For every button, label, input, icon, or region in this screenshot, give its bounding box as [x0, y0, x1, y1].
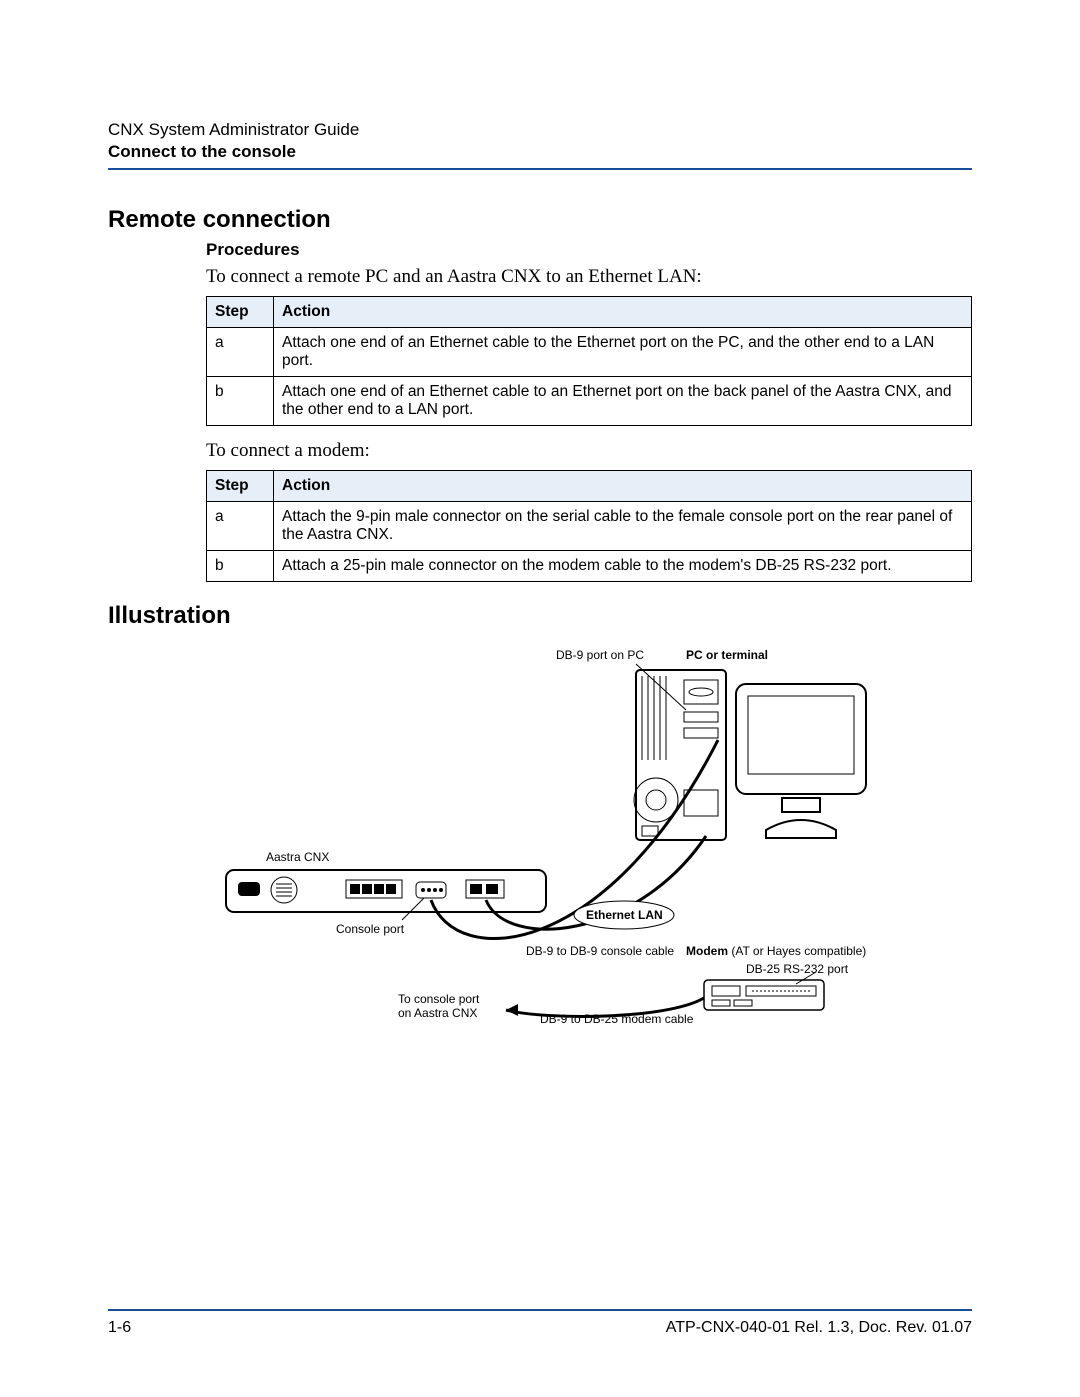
diagram-svg	[206, 640, 966, 1040]
heading-procedures: Procedures	[206, 240, 972, 260]
label-console-port: Console port	[336, 922, 404, 936]
table-row: b Attach a 25-pin male connector on the …	[207, 551, 972, 582]
cell-action: Attach one end of an Ethernet cable to t…	[274, 328, 972, 377]
doc-section: Connect to the console	[108, 142, 972, 162]
pointer-console-port	[402, 898, 424, 920]
cell-step: a	[207, 502, 274, 551]
table-modem-steps: Step Action a Attach the 9-pin male conn…	[206, 470, 972, 582]
cell-action: Attach one end of an Ethernet cable to a…	[274, 377, 972, 426]
cell-step: b	[207, 551, 274, 582]
table-row: a Attach the 9-pin male connector on the…	[207, 502, 972, 551]
aastra-cnx-icon	[226, 870, 546, 912]
col-action: Action	[274, 471, 972, 502]
page-container: CNX System Administrator Guide Connect t…	[0, 0, 1080, 1397]
cell-step: a	[207, 328, 274, 377]
label-db25-port: DB-25 RS-232 port	[746, 962, 848, 976]
doc-title: CNX System Administrator Guide	[108, 120, 972, 140]
cell-step: b	[207, 377, 274, 426]
col-action: Action	[274, 297, 972, 328]
heading-remote-connection: Remote connection	[108, 206, 972, 234]
table-row: a Attach one end of an Ethernet cable to…	[207, 328, 972, 377]
procedures-block: Procedures To connect a remote PC and an…	[206, 240, 972, 596]
page-header: CNX System Administrator Guide Connect t…	[108, 120, 972, 170]
connection-diagram: DB-9 port on PC PC or terminal Aastra CN…	[206, 640, 972, 1040]
monitor-icon	[736, 684, 866, 838]
cell-action: Attach a 25-pin male connector on the mo…	[274, 551, 972, 582]
label-aastra: Aastra CNX	[266, 850, 329, 864]
col-step: Step	[207, 471, 274, 502]
table-row: b Attach one end of an Ethernet cable to…	[207, 377, 972, 426]
cables	[431, 740, 718, 1016]
table-ethernet-steps: Step Action a Attach one end of an Ether…	[206, 296, 972, 426]
intro-ethernet: To connect a remote PC and an Aastra CNX…	[206, 266, 972, 288]
label-db9-pc: DB-9 port on PC	[556, 648, 644, 662]
label-ethernet-lan: Ethernet LAN	[586, 908, 663, 922]
footer-docref: ATP-CNX-040-01 Rel. 1.3, Doc. Rev. 01.07	[666, 1319, 972, 1337]
label-pc-terminal: PC or terminal	[686, 648, 768, 662]
label-db9-db9: DB-9 to DB-9 console cable	[526, 944, 674, 958]
label-db9-db25: DB-9 to DB-25 modem cable	[540, 1012, 693, 1026]
pc-tower-icon	[634, 670, 726, 840]
label-modem: Modem (AT or Hayes compatible)	[686, 944, 866, 958]
label-to-console: To console port on Aastra CNX	[398, 992, 479, 1020]
cell-action: Attach the 9-pin male connector on the s…	[274, 502, 972, 551]
col-step: Step	[207, 297, 274, 328]
page-footer: 1-6 ATP-CNX-040-01 Rel. 1.3, Doc. Rev. 0…	[108, 1309, 972, 1337]
intro-modem: To connect a modem:	[206, 440, 972, 462]
arrowhead-icon	[506, 1004, 518, 1016]
footer-page: 1-6	[108, 1319, 131, 1337]
heading-illustration: Illustration	[108, 602, 972, 630]
modem-icon	[704, 980, 824, 1010]
